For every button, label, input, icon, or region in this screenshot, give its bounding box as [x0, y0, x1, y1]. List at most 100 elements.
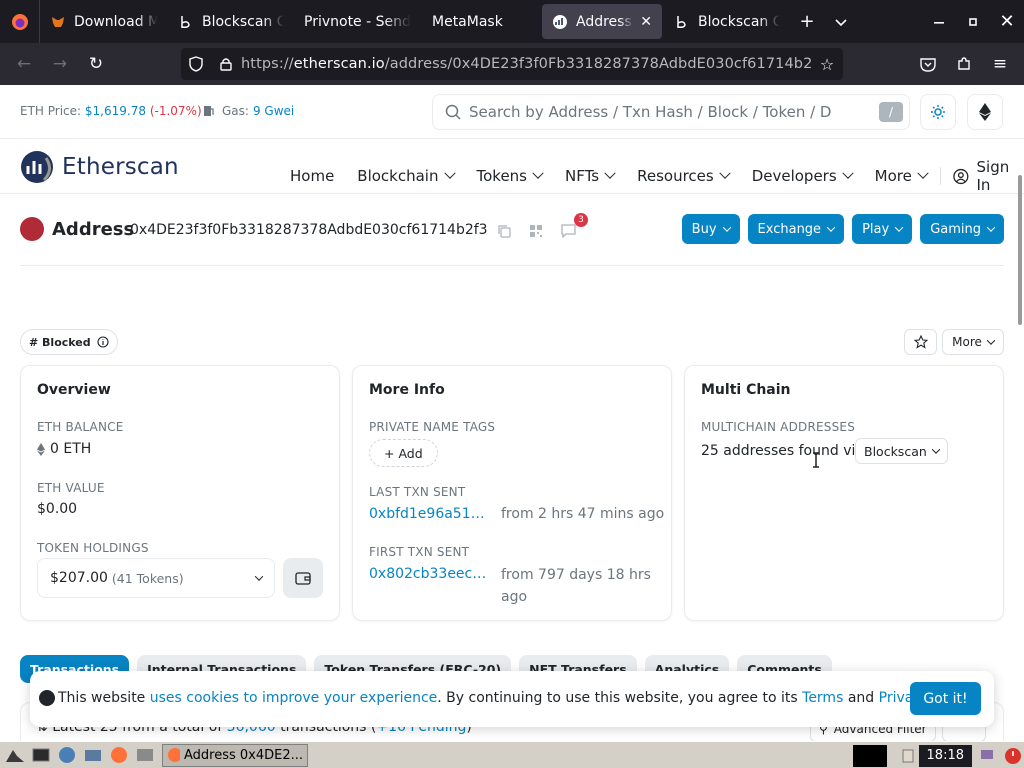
browser-tab-blockscan-2[interactable]: Blockscan C	[664, 0, 790, 43]
search-input[interactable]: Search by Address / Txn Hash / Block / T…	[432, 94, 910, 130]
metamask-fox-icon	[50, 14, 66, 30]
gas-value[interactable]: 9 Gwei	[253, 104, 294, 118]
nav-item-developers[interactable]: Developers	[752, 167, 854, 185]
nav-item-nfts[interactable]: NFTs	[565, 167, 616, 185]
first-txn-hash-link[interactable]: 0x802cb33eec10…	[369, 566, 493, 608]
nav-item-more[interactable]: More	[875, 167, 929, 185]
browser-tab-blockscan-1[interactable]: Blockscan C	[168, 0, 294, 43]
play-button[interactable]: Play	[852, 214, 913, 244]
copy-icon[interactable]	[488, 221, 520, 241]
list-tabs-chevron-icon[interactable]	[824, 0, 858, 43]
tray-monitor-icon[interactable]	[976, 745, 998, 767]
maximize-window-icon[interactable]	[956, 0, 990, 43]
lock-icon[interactable]	[211, 57, 241, 71]
cookie-accept-button[interactable]: Got it!	[910, 682, 981, 715]
taskbar-window-firefox[interactable]: Address 0x4DE2...	[162, 743, 308, 767]
token-count: (41 Tokens)	[111, 570, 184, 586]
last-txn-hash-link[interactable]: 0xbfd1e96a515f8…	[369, 506, 493, 522]
url-text[interactable]: https://etherscan.io/address/0x4DE23f3f0…	[241, 56, 811, 72]
forward-arrow-icon[interactable]: →	[42, 48, 78, 80]
tab-label: MetaMask	[432, 13, 503, 30]
extensions-puzzle-icon[interactable]	[946, 48, 982, 80]
search-placeholder: Search by Address / Txn Hash / Block / T…	[469, 103, 831, 121]
power-icon[interactable]	[1002, 745, 1024, 767]
etherscan-icon	[552, 14, 568, 30]
etherscan-logo-icon	[21, 151, 53, 183]
add-private-tag-button[interactable]: + Add	[369, 439, 438, 467]
nav-item-tokens[interactable]: Tokens	[477, 167, 544, 185]
last-txn-time: from 2 hrs 47 mins ago	[501, 506, 665, 522]
back-arrow-icon[interactable]: ←	[6, 48, 42, 80]
new-tab-plus-icon[interactable]: +	[790, 0, 824, 43]
gaming-button[interactable]: Gaming	[920, 214, 1004, 244]
nav-menu: Home Blockchain Tokens NFTs Resources De…	[290, 158, 1024, 194]
minimize-window-icon[interactable]	[922, 0, 956, 43]
url-bar[interactable]: https://etherscan.io/address/0x4DE23f3f0…	[181, 48, 843, 80]
logo-text: Etherscan	[62, 154, 179, 180]
token-holdings-dropdown[interactable]: $207.00 (41 Tokens)	[37, 558, 275, 598]
browser-tab-bar: Download M Blockscan C Privnote - Send M…	[0, 0, 1024, 43]
nav-item-resources[interactable]: Resources	[637, 167, 731, 185]
blocked-tag[interactable]: # Blocked	[20, 329, 118, 355]
cookie-text: This website uses cookies to improve you…	[58, 690, 977, 706]
theme-toggle-sun-icon[interactable]	[920, 94, 956, 130]
wallet-button[interactable]	[283, 558, 323, 598]
tab-label: Blockscan C	[202, 13, 284, 30]
sign-in-label: Sign In	[976, 158, 1010, 194]
ethereum-network-icon[interactable]	[967, 94, 1003, 130]
network-globe-icon[interactable]	[56, 744, 78, 766]
chevron-down-icon	[604, 167, 616, 179]
favorite-star-button[interactable]	[904, 329, 937, 355]
tray-clipboard-icon[interactable]	[897, 745, 919, 767]
overview-title: Overview	[37, 382, 111, 398]
browser-tab-address-active[interactable]: Address 0 ✕	[542, 4, 662, 39]
nav-item-blockchain[interactable]: Blockchain	[357, 167, 456, 185]
main-navigation: Etherscan Home Blockchain Tokens NFTs Re…	[0, 140, 1024, 194]
hamburger-menu-icon[interactable]: ≡	[982, 48, 1018, 80]
chevron-down-icon	[917, 167, 929, 179]
buy-button[interactable]: Buy	[681, 214, 740, 244]
start-menu-icon[interactable]	[4, 744, 26, 766]
browser-tab-metamask[interactable]: MetaMask	[422, 0, 540, 43]
tab-label: Blockscan C	[698, 13, 780, 30]
show-desktop-icon[interactable]	[134, 744, 156, 766]
reload-icon[interactable]: ↻	[78, 48, 114, 80]
blockscan-dropdown[interactable]: Blockscan	[855, 438, 948, 464]
file-manager-icon[interactable]	[82, 744, 104, 766]
eth-price-value[interactable]: $1,619.78	[85, 104, 146, 118]
comment-icon[interactable]: 3	[552, 213, 588, 241]
system-tray: 18:18	[852, 742, 1024, 768]
exchange-button[interactable]: Exchange	[747, 214, 845, 244]
sign-in-link[interactable]: Sign In	[953, 158, 1024, 194]
qr-code-icon[interactable]	[520, 221, 552, 241]
bookmark-star-icon[interactable]: ☆	[811, 55, 843, 74]
close-window-icon[interactable]: ✕	[990, 0, 1024, 43]
cookies-link[interactable]: uses cookies to improve your experience	[150, 690, 438, 706]
user-circle-icon	[953, 168, 969, 184]
pocket-icon[interactable]	[910, 48, 946, 80]
page-scrollbar[interactable]	[1018, 175, 1022, 325]
private-name-tags-label: PRIVATE NAME TAGS	[369, 420, 496, 434]
more-dropdown-button[interactable]: More	[942, 329, 1004, 355]
chevron-down-icon	[719, 167, 731, 179]
cookie-banner: This website uses cookies to improve you…	[30, 671, 994, 727]
clock[interactable]: 18:18	[918, 744, 972, 767]
address-avatar	[20, 217, 44, 241]
address-header: Address 0x4DE23f3f0Fb3318287378AdbdE030c…	[20, 213, 1004, 253]
firefox-menu-icon[interactable]	[0, 0, 40, 43]
divider	[20, 265, 1004, 266]
browser-tab-download-metamask[interactable]: Download M	[40, 0, 168, 43]
close-tab-icon[interactable]: ✕	[640, 14, 652, 30]
more-info-card: More Info PRIVATE NAME TAGS + Add LAST T…	[352, 365, 672, 621]
terminal-icon[interactable]	[30, 744, 52, 766]
chevron-down-icon	[842, 167, 854, 179]
chevron-down-icon	[443, 167, 456, 179]
tab-label: Address 0	[576, 13, 634, 30]
etherscan-logo[interactable]: Etherscan	[20, 150, 179, 184]
terms-link[interactable]: Terms	[802, 690, 843, 706]
tracking-protection-shield-icon[interactable]	[181, 56, 211, 72]
firefox-launcher-icon[interactable]	[108, 744, 130, 766]
nav-item-home[interactable]: Home	[290, 167, 334, 185]
eth-value-value: $0.00	[37, 501, 78, 517]
browser-tab-privnote[interactable]: Privnote - Send	[294, 0, 422, 43]
